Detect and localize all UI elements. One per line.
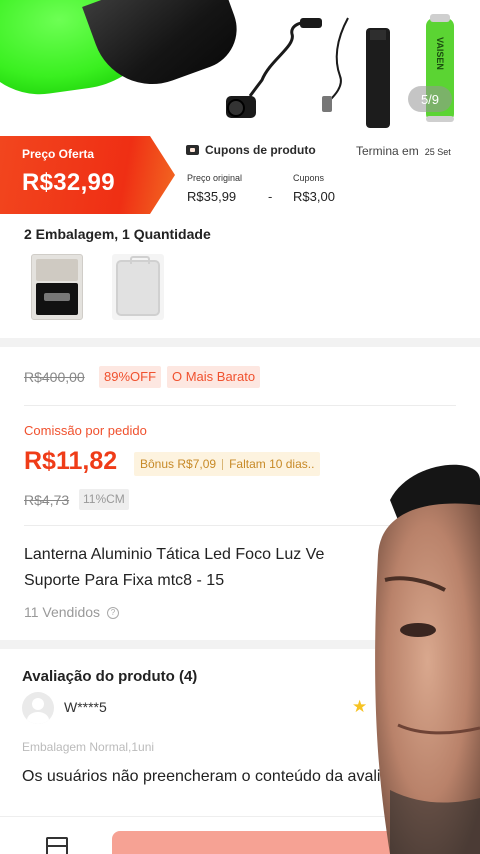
sold-count-text: 11 Vendidos <box>24 604 101 620</box>
variant-selector: 2 Embalagem, 1 Quantidade <box>0 214 480 338</box>
bonus-badge: Bônus R$7,09 Faltam 10 dias.. <box>134 452 321 476</box>
original-price-value: R$35,99 <box>187 189 237 204</box>
discount-tag: 89%OFF <box>99 366 162 388</box>
coupons-label: Cupons <box>293 173 325 183</box>
divider <box>24 405 456 406</box>
review-variant: Embalagem Normal,1uni <box>22 740 155 754</box>
sold-count: 11 Vendidos ? <box>24 604 119 620</box>
variant-thumb-packaging[interactable] <box>31 254 83 320</box>
case-shape <box>116 256 160 316</box>
bonus-text: Bônus R$7,09 <box>140 457 217 471</box>
avatar <box>22 692 54 724</box>
camera-overlay-face <box>375 464 480 854</box>
days-left: Faltam 10 dias.. <box>229 457 315 471</box>
minus-sign: - <box>268 189 273 204</box>
original-price-label: Preço original <box>187 173 243 183</box>
old-price: R$400,00 <box>24 369 85 385</box>
variant-thumb-case[interactable] <box>112 254 164 320</box>
box-lid <box>36 259 78 281</box>
product-page: VAISEN 5/9 Preço Oferta R$32,99 Cupons d… <box>0 0 480 854</box>
commission-label: Comissão por pedido <box>24 423 147 438</box>
product-coupons-title[interactable]: Cupons de produto <box>186 143 316 157</box>
expiry-label: Termina em <box>356 144 419 158</box>
commission-pct-tag: 11%CM <box>79 489 129 510</box>
info-icon[interactable]: ? <box>106 607 119 620</box>
coupon-icon <box>186 145 199 155</box>
commission-value: R$11,82 <box>24 447 118 475</box>
box-contents <box>36 283 78 315</box>
commission-old: R$4,73 <box>24 492 70 508</box>
section-separator <box>0 338 480 347</box>
offer-price-panel: Preço Oferta R$32,99 <box>0 136 175 214</box>
battery-label: VAISEN <box>435 37 445 70</box>
store-icon[interactable] <box>46 837 68 854</box>
coupons-value: R$3,00 <box>293 189 335 204</box>
image-counter: 5/9 <box>408 86 452 112</box>
review-username: W****5 <box>64 699 107 715</box>
offer-price-label: Preço Oferta <box>22 147 95 161</box>
variant-title: 2 Embalagem, 1 Quantidade <box>24 226 211 242</box>
coupon-expiry: Termina em 25 Set <box>356 144 451 158</box>
accessories-image <box>226 14 454 128</box>
expiry-date: 25 Set <box>424 147 451 157</box>
product-image-carousel[interactable]: VAISEN 5/9 <box>0 0 480 136</box>
product-coupons-label: Cupons de produto <box>205 143 316 157</box>
reviews-title[interactable]: Avaliação do produto (4) <box>22 668 197 685</box>
cheapest-tag: O Mais Barato <box>167 366 261 388</box>
offer-price-value: R$32,99 <box>22 169 115 196</box>
bonus-divider <box>222 459 224 471</box>
